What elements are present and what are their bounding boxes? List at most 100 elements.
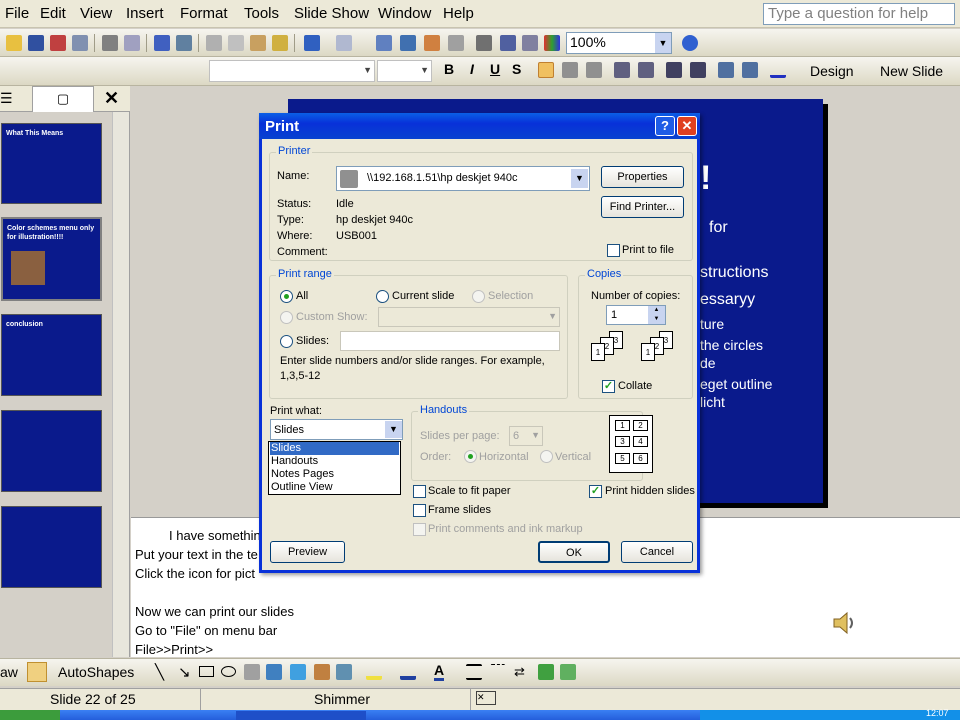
undo-icon[interactable] bbox=[304, 35, 320, 51]
frame-slides-checkbox[interactable] bbox=[413, 504, 426, 517]
find-printer-button[interactable]: Find Printer... bbox=[601, 196, 684, 218]
shadow-button[interactable]: S bbox=[512, 61, 521, 77]
line-style-icon[interactable] bbox=[466, 664, 482, 680]
option-outline-view[interactable]: Outline View bbox=[270, 481, 399, 494]
print-hidden-slides-checkbox[interactable]: ✓ bbox=[589, 485, 602, 498]
dash-style-icon[interactable] bbox=[490, 664, 506, 680]
decrease-font-icon[interactable] bbox=[690, 62, 706, 78]
menu-edit[interactable]: Edit bbox=[40, 5, 66, 22]
align-right-icon[interactable] bbox=[586, 62, 602, 78]
insert-chart-icon[interactable] bbox=[376, 35, 392, 51]
menu-help[interactable]: Help bbox=[443, 5, 474, 22]
collate-checkbox[interactable]: ✓ bbox=[602, 380, 615, 393]
picture-icon[interactable] bbox=[336, 664, 352, 680]
horizontal-radio[interactable] bbox=[464, 450, 477, 463]
tables-borders-icon[interactable] bbox=[424, 35, 440, 51]
arrow-icon[interactable]: ↘ bbox=[178, 663, 191, 681]
option-handouts[interactable]: Handouts bbox=[270, 455, 399, 468]
copy-icon[interactable] bbox=[228, 35, 244, 51]
show-grid-icon[interactable] bbox=[522, 35, 538, 51]
help-search-input[interactable]: Type a question for help bbox=[763, 3, 955, 25]
print-to-file-checkbox[interactable] bbox=[607, 244, 620, 257]
menu-window[interactable]: Window bbox=[378, 5, 431, 22]
arrow-style-icon[interactable]: ⇄ bbox=[514, 664, 530, 680]
oval-icon[interactable] bbox=[221, 666, 236, 677]
help-icon[interactable]: ? bbox=[655, 116, 675, 136]
color-grayscale-icon[interactable] bbox=[544, 35, 560, 51]
font-name-select[interactable]: ▼ bbox=[209, 60, 375, 82]
spelling-icon[interactable] bbox=[154, 35, 170, 51]
zoom-select[interactable]: 100% ▼ bbox=[566, 32, 672, 54]
bold-button[interactable]: B bbox=[444, 61, 454, 77]
draw-menu[interactable]: aw bbox=[0, 664, 18, 680]
align-center-icon[interactable] bbox=[562, 62, 578, 78]
slides-per-page-select[interactable]: 6 ▼ bbox=[509, 426, 543, 446]
outline-tab[interactable]: ☰ bbox=[0, 90, 13, 107]
slides-tab[interactable]: ▢ bbox=[32, 86, 94, 112]
fill-color-icon[interactable] bbox=[366, 664, 382, 680]
3d-style-icon[interactable] bbox=[560, 664, 576, 680]
new-slide-button[interactable]: New Slide bbox=[880, 63, 943, 79]
increase-font-icon[interactable] bbox=[666, 62, 682, 78]
help-icon[interactable] bbox=[682, 35, 698, 51]
taskbar-window-button[interactable] bbox=[236, 711, 366, 720]
slide-thumbnail[interactable] bbox=[1, 410, 102, 492]
select-objects-icon[interactable] bbox=[27, 662, 47, 682]
chevron-down-icon[interactable]: ▼ bbox=[655, 33, 671, 53]
current-slide-radio[interactable] bbox=[376, 290, 389, 303]
ok-button[interactable]: OK bbox=[538, 541, 610, 563]
cancel-button[interactable]: Cancel bbox=[621, 541, 693, 563]
italic-button[interactable]: I bbox=[470, 61, 474, 77]
font-color-icon[interactable]: A bbox=[434, 663, 445, 681]
decrease-indent-icon[interactable] bbox=[718, 62, 734, 78]
chevron-up-icon[interactable]: ▲ bbox=[648, 306, 665, 315]
printer-name-select[interactable]: \\192.168.1.51\hp deskjet 940c ▼ bbox=[336, 166, 590, 191]
font-color-icon[interactable] bbox=[770, 62, 786, 78]
shadow-style-icon[interactable] bbox=[538, 664, 554, 680]
diagram-icon[interactable] bbox=[290, 664, 306, 680]
copies-spinner[interactable]: 1 ▲ ▼ bbox=[606, 305, 666, 325]
textbox-icon[interactable] bbox=[244, 664, 260, 680]
menu-slide-show[interactable]: Slide Show bbox=[294, 5, 369, 22]
font-size-select[interactable]: ▼ bbox=[377, 60, 432, 82]
slides-range-input[interactable] bbox=[340, 331, 560, 351]
print-icon[interactable] bbox=[102, 35, 118, 51]
sound-icon[interactable] bbox=[831, 609, 859, 637]
email-icon[interactable] bbox=[72, 35, 88, 51]
permission-icon[interactable] bbox=[50, 35, 66, 51]
slide-thumbnail[interactable]: What This Means bbox=[1, 123, 102, 204]
hyperlink-icon[interactable] bbox=[448, 35, 464, 51]
paste-icon[interactable] bbox=[250, 35, 266, 51]
line-icon[interactable]: ╲ bbox=[155, 663, 164, 681]
rectangle-icon[interactable] bbox=[199, 666, 214, 677]
menu-tools[interactable]: Tools bbox=[244, 5, 279, 22]
custom-show-radio[interactable] bbox=[280, 311, 293, 324]
preview-button[interactable]: Preview bbox=[270, 541, 345, 563]
redo-icon[interactable] bbox=[336, 35, 352, 51]
scale-to-fit-checkbox[interactable] bbox=[413, 485, 426, 498]
menu-format[interactable]: Format bbox=[180, 5, 228, 22]
print-preview-icon[interactable] bbox=[124, 35, 140, 51]
cut-icon[interactable] bbox=[206, 35, 222, 51]
thumbnail-scrollbar[interactable] bbox=[112, 112, 129, 657]
chevron-down-icon[interactable]: ▼ bbox=[648, 315, 665, 324]
align-left-icon[interactable] bbox=[538, 62, 554, 78]
design-button[interactable]: Design bbox=[810, 63, 854, 79]
all-radio[interactable] bbox=[280, 290, 293, 303]
chevron-down-icon[interactable]: ▼ bbox=[385, 421, 402, 438]
autoshapes-menu[interactable]: AutoShapes bbox=[58, 664, 134, 680]
print-comments-checkbox[interactable] bbox=[413, 523, 426, 536]
save-icon[interactable] bbox=[28, 35, 44, 51]
slide-thumbnail[interactable] bbox=[1, 506, 102, 588]
slide-thumbnail[interactable]: conclusion bbox=[1, 314, 102, 396]
increase-indent-icon[interactable] bbox=[742, 62, 758, 78]
menu-insert[interactable]: Insert bbox=[126, 5, 164, 22]
research-icon[interactable] bbox=[176, 35, 192, 51]
expand-all-icon[interactable] bbox=[476, 35, 492, 51]
close-icon[interactable]: ✕ bbox=[104, 88, 119, 109]
format-painter-icon[interactable] bbox=[272, 35, 288, 51]
bullets-icon[interactable] bbox=[638, 62, 654, 78]
chevron-down-icon[interactable]: ▼ bbox=[571, 169, 588, 188]
selection-radio[interactable] bbox=[472, 290, 485, 303]
line-color-icon[interactable] bbox=[400, 664, 416, 680]
